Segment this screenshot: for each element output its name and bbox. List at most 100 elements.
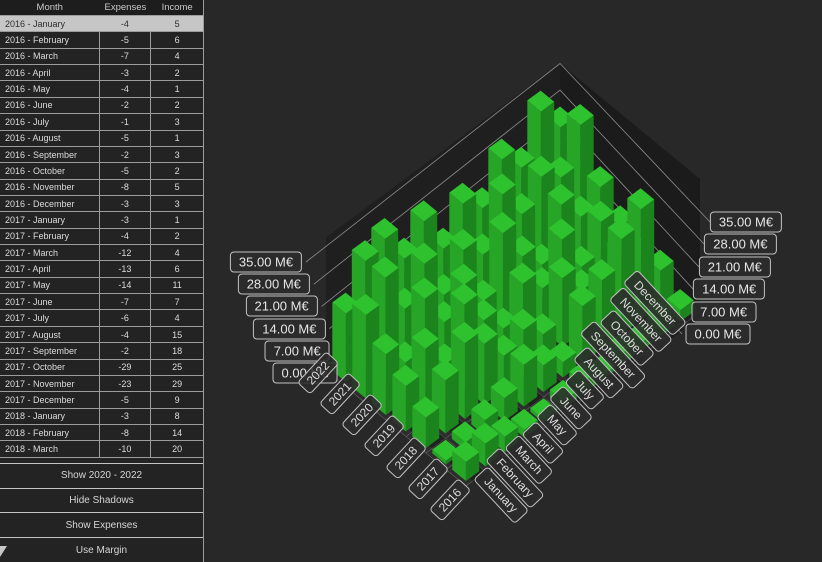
table-row[interactable]: 2018 - January -3 8 <box>0 408 203 425</box>
table-row[interactable]: 2016 - June -2 2 <box>0 97 203 115</box>
table-row[interactable]: 2016 - September -2 3 <box>0 146 203 164</box>
cell-income: 6 <box>174 35 180 46</box>
column-header-expenses[interactable]: Expenses <box>100 2 152 13</box>
cell-expenses: -13 <box>100 261 152 277</box>
hide-shadows-button[interactable]: Hide Shadows <box>0 488 203 514</box>
cell-income: 2 <box>174 67 180 78</box>
cell-income: 2 <box>174 231 180 242</box>
cell-expenses: -5 <box>100 392 152 408</box>
cell-income: 25 <box>172 362 183 373</box>
cell-income: 4 <box>174 51 180 62</box>
cell-expenses: -1 <box>100 114 152 130</box>
bar3d-chart-canvas <box>305 62 711 487</box>
cell-month: 2017 - October <box>0 359 100 375</box>
cell-month: 2016 - November <box>0 179 100 195</box>
cell-expenses: -4 <box>100 228 152 245</box>
cell-expenses: -2 <box>100 97 152 114</box>
cell-month: 2017 - March <box>0 245 100 261</box>
table-row[interactable]: 2016 - January -4 5 <box>0 16 203 33</box>
table-row[interactable]: 2017 - December -5 9 <box>0 392 203 409</box>
column-header-month[interactable]: Month <box>0 2 100 13</box>
cell-expenses: -4 <box>100 326 152 343</box>
cell-month: 2017 - July <box>0 310 100 326</box>
table-row[interactable]: 2017 - November -23 29 <box>0 375 203 393</box>
cell-expenses: -10 <box>100 441 152 457</box>
table-row[interactable]: 2016 - December -3 3 <box>0 195 203 213</box>
table-row[interactable]: 2016 - November -8 5 <box>0 179 203 196</box>
table-row[interactable]: 2017 - March -12 4 <box>0 245 203 262</box>
cell-income: 3 <box>174 198 180 209</box>
table-row[interactable]: 2017 - July -6 4 <box>0 310 203 327</box>
show-expenses-button[interactable]: Show Expenses <box>0 513 203 539</box>
cell-income: 4 <box>174 247 180 258</box>
cell-income: 9 <box>174 394 180 405</box>
table-row[interactable]: 2017 - February -4 2 <box>0 228 203 246</box>
cell-expenses: -3 <box>100 212 152 228</box>
table-row[interactable]: 2017 - May -14 11 <box>0 277 203 295</box>
cell-expenses: -7 <box>100 294 152 310</box>
cell-month: 2017 - August <box>0 326 100 343</box>
cell-month: 2017 - September <box>0 343 100 359</box>
table-row[interactable]: 2018 - March -10 20 <box>0 441 203 458</box>
show-years-button[interactable]: Show 2020 - 2022 <box>0 463 203 489</box>
cell-month: 2016 - October <box>0 163 100 179</box>
cell-month: 2017 - April <box>0 261 100 277</box>
table-header: Month Expenses Income <box>0 0 203 16</box>
cell-income: 5 <box>174 18 180 29</box>
cell-income: 3 <box>174 149 180 160</box>
cell-expenses: -2 <box>100 343 152 359</box>
cell-income: 20 <box>172 444 183 455</box>
cell-month: 2016 - February <box>0 32 100 48</box>
cell-month: 2016 - September <box>0 146 100 163</box>
cell-month: 2016 - August <box>0 130 100 146</box>
cell-month: 2016 - July <box>0 114 100 130</box>
table-row[interactable]: 2017 - October -29 25 <box>0 359 203 376</box>
table-row[interactable]: 2016 - October -5 2 <box>0 163 203 180</box>
cell-income: 5 <box>174 182 180 193</box>
cell-income: 2 <box>174 100 180 111</box>
table-row[interactable]: 2017 - April -13 6 <box>0 261 203 278</box>
table-row[interactable]: 2017 - January -3 1 <box>0 212 203 229</box>
cell-month: 2018 - March <box>0 441 100 457</box>
table-row[interactable]: 2016 - February -5 6 <box>0 32 203 49</box>
cell-income: 6 <box>174 264 180 275</box>
cell-income: 8 <box>174 411 180 422</box>
table-row[interactable]: 2016 - August -5 1 <box>0 130 203 147</box>
cell-month: 2016 - December <box>0 195 100 212</box>
cell-expenses: -6 <box>100 310 152 326</box>
table-row[interactable]: 2016 - March -7 4 <box>0 48 203 66</box>
cell-month: 2016 - June <box>0 97 100 114</box>
cell-expenses: -8 <box>100 424 152 441</box>
cell-month: 2017 - January <box>0 212 100 228</box>
column-header-income[interactable]: Income <box>151 2 203 13</box>
cell-month: 2017 - December <box>0 392 100 408</box>
app-window: { "sidebar": { "table": { "columns": ["M… <box>0 0 822 562</box>
table-row[interactable]: 2016 - May -4 1 <box>0 81 203 98</box>
cell-income: 3 <box>174 116 180 127</box>
cell-expenses: -12 <box>100 245 152 261</box>
month-table-body: 2016 - January -4 5 2016 - February -5 6 2016 … <box>0 16 203 458</box>
cell-month: 2016 - March <box>0 48 100 65</box>
table-row[interactable]: 2016 - July -1 3 <box>0 114 203 131</box>
cell-expenses: -3 <box>100 408 152 424</box>
table-row[interactable]: 2016 - April -3 2 <box>0 65 203 82</box>
table-row[interactable]: 2017 - June -7 7 <box>0 294 203 311</box>
table-row[interactable]: 2017 - September -2 18 <box>0 343 203 360</box>
table-row[interactable]: 2018 - February -8 14 <box>0 424 203 442</box>
cell-expenses: -23 <box>100 375 152 392</box>
cell-income: 4 <box>174 313 180 324</box>
cell-month: 2017 - February <box>0 228 100 245</box>
cell-income: 1 <box>174 84 180 95</box>
table-row[interactable]: 2017 - August -4 15 <box>0 326 203 344</box>
cell-income: 14 <box>172 427 183 438</box>
cell-expenses: -3 <box>100 65 152 81</box>
cell-expenses: -5 <box>100 130 152 146</box>
cell-expenses: -5 <box>100 32 152 48</box>
cell-expenses: -2 <box>100 146 152 163</box>
use-margin-button[interactable]: Use Margin <box>0 538 203 562</box>
cell-expenses: -3 <box>100 195 152 212</box>
cell-month: 2016 - April <box>0 65 100 81</box>
cell-expenses: -8 <box>100 179 152 195</box>
cell-income: 1 <box>174 133 180 144</box>
cell-expenses: -5 <box>100 163 152 179</box>
